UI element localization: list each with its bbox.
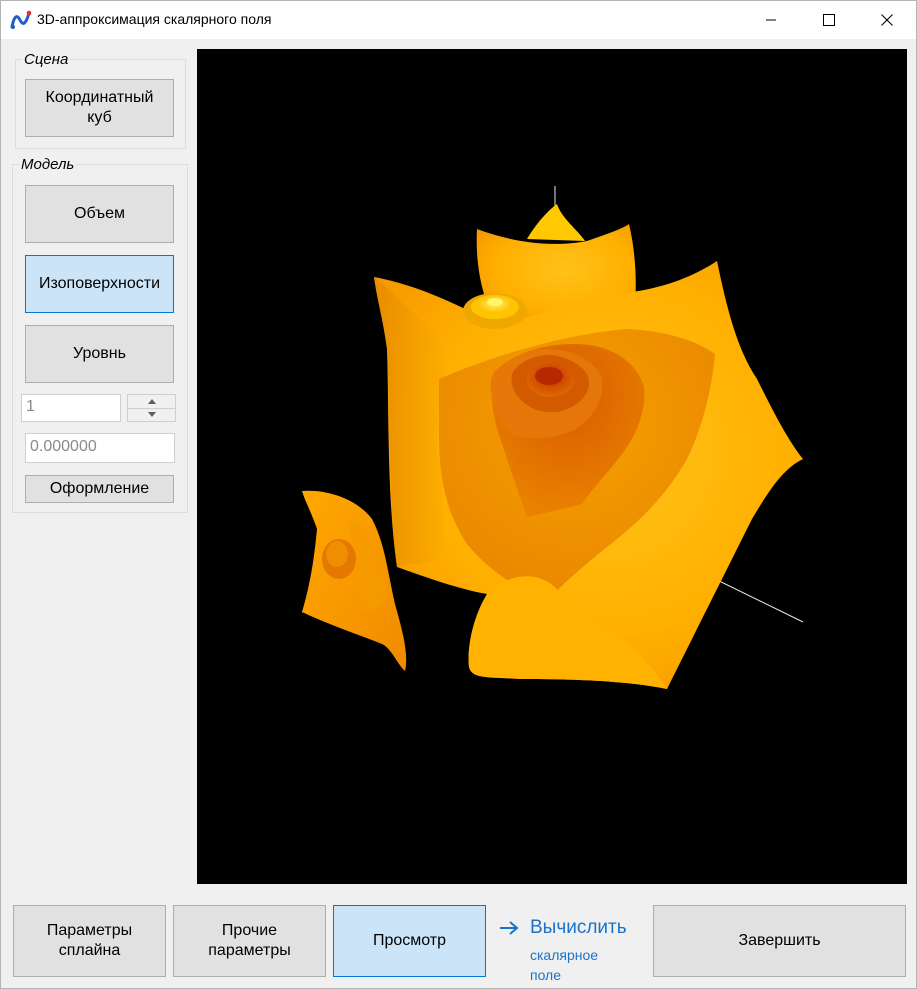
chevron-down-icon — [147, 412, 156, 417]
chevron-up-icon — [147, 399, 156, 404]
level-index-input[interactable]: 1 — [21, 394, 121, 422]
level-index-spinner[interactable] — [127, 394, 176, 422]
compute-link-subtitle: скалярное поле — [530, 947, 599, 983]
app-logo-icon — [10, 10, 32, 29]
window-title: 3D-аппроксимация скалярного поля — [37, 11, 272, 27]
spin-up-button[interactable] — [128, 395, 175, 409]
maximize-icon — [823, 14, 835, 26]
style-button[interactable]: Оформление — [25, 475, 174, 503]
level-button[interactable]: Уровнь — [25, 325, 174, 383]
scene-group-legend: Сцена — [24, 51, 69, 68]
minimize-icon — [766, 19, 776, 21]
close-button[interactable] — [858, 1, 916, 39]
minimize-button[interactable] — [742, 1, 800, 39]
maximize-button[interactable] — [800, 1, 858, 39]
level-value-input[interactable]: 0.000000 — [25, 433, 175, 463]
app-window: 3D-аппроксимация скалярного поля Сцена К… — [0, 0, 917, 989]
other-params-button[interactable]: Прочие параметры — [173, 905, 326, 977]
close-icon — [881, 14, 893, 26]
coordinate-cube-button[interactable]: Координатный куб — [25, 79, 174, 137]
3d-viewport[interactable] — [197, 49, 907, 884]
arrow-right-icon — [500, 921, 519, 935]
isosurfaces-button[interactable]: Изоповерхности — [25, 255, 174, 313]
isosurface-render — [301, 186, 804, 689]
spline-params-button[interactable]: Параметры сплайна — [13, 905, 166, 977]
volume-button[interactable]: Объем — [25, 185, 174, 243]
spin-down-button[interactable] — [128, 408, 175, 421]
compute-link[interactable]: Вычислить скалярное поле — [498, 917, 648, 987]
model-group-legend: Модель — [21, 156, 75, 173]
client-area: Сцена Координатный куб Модель Объем Изоп… — [2, 39, 916, 988]
finish-button[interactable]: Завершить — [653, 905, 906, 977]
title-bar: 3D-аппроксимация скалярного поля — [1, 1, 916, 39]
compute-link-title[interactable]: Вычислить — [530, 917, 627, 939]
preview-button[interactable]: Просмотр — [333, 905, 486, 977]
